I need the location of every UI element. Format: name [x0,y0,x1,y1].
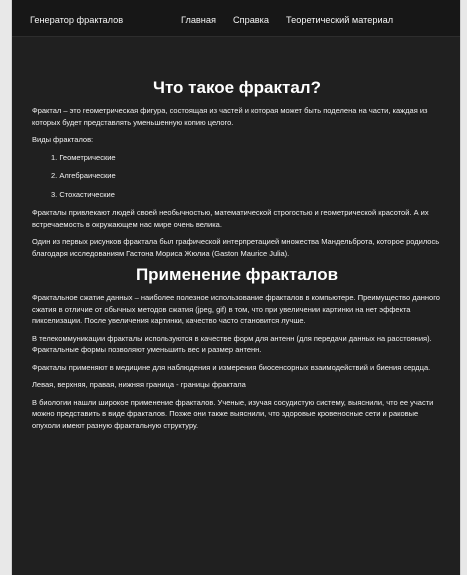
navbar: Генератор фракталов Главная Справка Теор… [12,0,460,37]
compression-paragraph: Фрактальное сжатие данных – наиболее пол… [32,293,440,325]
fractal-types-label: Виды фракталов: [32,135,94,144]
medicine-paragraph: Фракталы применяют в медицине для наблюд… [32,362,431,372]
telecom-paragraph: В телекоммуникации фракталы используются… [32,333,432,355]
main-content: Что такое фрактал? Фрактал – это геометр… [32,78,442,437]
intro-paragraph: Фрактал – это геометрическая фигура, сос… [32,106,428,127]
fractal-types-list: 1. Геометрические 2. Алгебраические 3. С… [32,152,442,201]
nav-link-home[interactable]: Главная [181,15,216,25]
section-title-applications: Применение фракталов [135,265,339,284]
page-frame: Генератор фракталов Главная Справка Теор… [12,0,460,575]
nav-link-help[interactable]: Справка [233,15,269,25]
boundaries-paragraph: Левая, верхняя, правая, нижняя граница -… [32,380,246,389]
brand-link[interactable]: Генератор фракталов [30,15,123,25]
fractal-appeal-paragraph: Фракталы привлекают людей своей необычно… [32,208,429,229]
section-title-what-is-fractal: Что такое фрактал? [153,78,321,97]
fractal-type-item: 3. Стохастические [51,189,115,199]
fractal-type-item: 2. Алгебраические [51,171,116,180]
biology-paragraph: В биологии нашли широкое применение фрак… [32,397,434,430]
mandelbrot-paragraph: Один из первых рисунков фрактала был гра… [32,237,440,258]
nav-links: Главная Справка Теоретический материал [181,15,393,25]
fractal-type-item: 1. Геометрические [51,152,116,162]
nav-link-theory[interactable]: Теоретический материал [286,15,393,25]
